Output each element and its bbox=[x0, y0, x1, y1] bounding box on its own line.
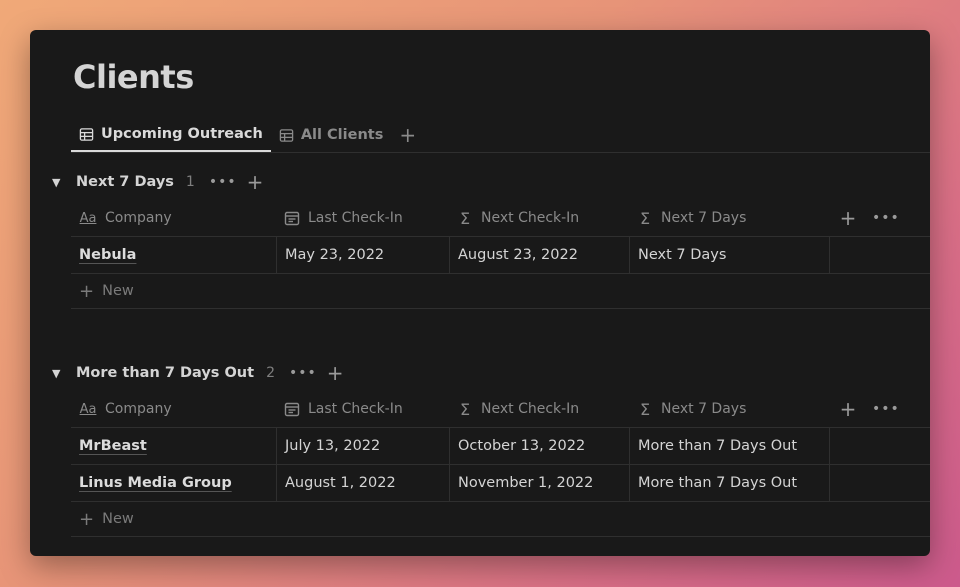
next-7-days-value: Next 7 Days bbox=[638, 247, 727, 263]
notion-window: Clients Upcoming Outreach All Clients + … bbox=[30, 30, 930, 556]
plus-icon: + bbox=[79, 508, 95, 530]
formula-sigma-icon: Σ bbox=[459, 399, 471, 419]
last-check-in-value: July 13, 2022 bbox=[285, 438, 381, 454]
column-header-next-check-in[interactable]: Σ Next Check-In bbox=[449, 391, 629, 427]
header-actions: + ••• bbox=[838, 391, 900, 427]
plus-icon: + bbox=[79, 280, 95, 302]
empty-cell bbox=[829, 465, 930, 501]
tab-all-clients[interactable]: All Clients bbox=[271, 118, 392, 152]
text-property-icon: Aa bbox=[79, 401, 97, 417]
column-header-next-check-in[interactable]: Σ Next Check-In bbox=[449, 200, 629, 236]
formula-sigma-icon: Σ bbox=[639, 399, 651, 419]
add-view-button[interactable]: + bbox=[391, 118, 424, 152]
table-row[interactable]: Linus Media Group August 1, 2022 Novembe… bbox=[71, 465, 930, 502]
column-header-last-check-in[interactable]: Last Check-In bbox=[276, 200, 449, 236]
next-check-in-value: August 23, 2022 bbox=[458, 247, 578, 263]
plus-icon: + bbox=[399, 123, 417, 147]
next-check-in-value: October 13, 2022 bbox=[458, 438, 586, 454]
calendar-icon bbox=[284, 402, 300, 417]
table-icon bbox=[279, 128, 294, 142]
text-property-icon: Aa bbox=[79, 210, 97, 226]
company-name[interactable]: Nebula bbox=[79, 247, 136, 263]
next-check-in-value: November 1, 2022 bbox=[458, 475, 594, 491]
column-header-company[interactable]: Aa Company bbox=[71, 391, 276, 427]
more-options-icon[interactable]: ••• bbox=[289, 365, 317, 381]
group-table-more-than-7-days-out: Aa Company Last Check-In Σ Next Check-In Σ… bbox=[71, 391, 930, 537]
group-header-more-than-7-days-out: ▼ More than 7 Days Out 2 ••• + bbox=[52, 360, 344, 386]
collapse-caret-icon[interactable]: ▼ bbox=[52, 367, 64, 380]
column-header-next-7-days[interactable]: Σ Next 7 Days bbox=[629, 391, 829, 427]
group-name: More than 7 Days Out bbox=[76, 365, 255, 381]
column-header-next-7-days[interactable]: Σ Next 7 Days bbox=[629, 200, 829, 236]
calendar-icon bbox=[284, 211, 300, 226]
table-header-row: Aa Company Last Check-In Σ Next Check-In Σ… bbox=[71, 200, 930, 237]
table-row[interactable]: MrBeast July 13, 2022 October 13, 2022 M… bbox=[71, 428, 930, 465]
next-7-days-value: More than 7 Days Out bbox=[638, 475, 798, 491]
formula-sigma-icon: Σ bbox=[459, 208, 471, 228]
more-options-icon[interactable]: ••• bbox=[872, 210, 900, 226]
group-table-next-7-days: Aa Company Last Check-In Σ Next Check-In Σ… bbox=[71, 200, 930, 309]
tabs-divider bbox=[71, 152, 930, 153]
table-row[interactable]: Nebula May 23, 2022 August 23, 2022 Next… bbox=[71, 237, 930, 274]
add-property-plus-icon[interactable]: + bbox=[838, 206, 858, 230]
new-row-button[interactable]: + New bbox=[71, 502, 930, 537]
column-header-last-check-in[interactable]: Last Check-In bbox=[276, 391, 449, 427]
add-property-plus-icon[interactable]: + bbox=[838, 397, 858, 421]
last-check-in-value: May 23, 2022 bbox=[285, 247, 385, 263]
page-title: Clients bbox=[73, 58, 194, 96]
next-7-days-value: More than 7 Days Out bbox=[638, 438, 798, 454]
last-check-in-value: August 1, 2022 bbox=[285, 475, 396, 491]
collapse-caret-icon[interactable]: ▼ bbox=[52, 176, 64, 189]
company-name[interactable]: MrBeast bbox=[79, 438, 147, 454]
tab-upcoming-outreach[interactable]: Upcoming Outreach bbox=[71, 118, 271, 152]
new-row-button[interactable]: + New bbox=[71, 274, 930, 309]
tab-label: All Clients bbox=[300, 127, 384, 143]
table-header-row: Aa Company Last Check-In Σ Next Check-In Σ… bbox=[71, 391, 930, 428]
empty-cell bbox=[829, 237, 930, 273]
group-header-next-7-days: ▼ Next 7 Days 1 ••• + bbox=[52, 169, 263, 195]
add-row-plus-icon[interactable]: + bbox=[247, 172, 264, 192]
add-row-plus-icon[interactable]: + bbox=[327, 363, 344, 383]
empty-cell bbox=[829, 428, 930, 464]
view-tabs: Upcoming Outreach All Clients + bbox=[71, 118, 424, 152]
group-name: Next 7 Days bbox=[76, 174, 174, 190]
table-icon bbox=[79, 127, 94, 141]
header-actions: + ••• bbox=[838, 200, 900, 236]
tab-label: Upcoming Outreach bbox=[101, 126, 263, 142]
more-options-icon[interactable]: ••• bbox=[872, 401, 900, 417]
more-options-icon[interactable]: ••• bbox=[209, 174, 237, 190]
group-count: 1 bbox=[185, 174, 195, 190]
group-count: 2 bbox=[266, 365, 275, 381]
column-header-company[interactable]: Aa Company bbox=[71, 200, 276, 236]
formula-sigma-icon: Σ bbox=[639, 208, 651, 228]
company-name[interactable]: Linus Media Group bbox=[79, 475, 232, 491]
